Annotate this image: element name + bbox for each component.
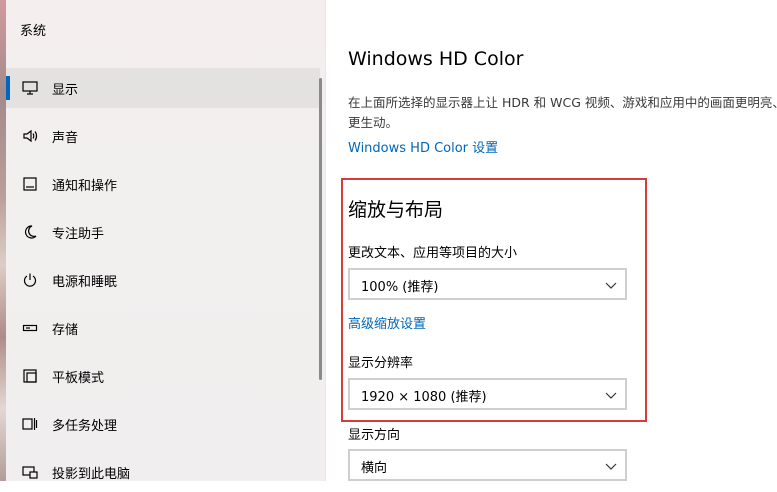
sidebar-title: 系统 <box>20 24 47 39</box>
sidebar-item-storage[interactable]: 存储 <box>6 308 320 348</box>
chevron-down-icon <box>605 282 617 289</box>
sidebar-item-label: 电源和睡眠 <box>52 275 118 290</box>
sidebar: 系统 显示 声音 通知和操作 专注助手 电源和睡眠 存储 平板模式 多任务处理 … <box>0 0 325 482</box>
sidebar-item-display[interactable]: 显示 <box>6 68 320 108</box>
multitask-icon <box>20 414 40 434</box>
hd-color-title: Windows HD Color <box>348 48 524 70</box>
notification-icon <box>20 174 40 194</box>
sidebar-item-label: 显示 <box>52 83 79 98</box>
dropdown-value: 1920 × 1080 (推荐) <box>361 390 487 405</box>
chevron-down-icon <box>605 392 617 399</box>
sidebar-item-label: 投影到此电脑 <box>52 467 131 482</box>
text-size-label: 更改文本、应用等项目的大小 <box>348 246 518 261</box>
sidebar-item-label: 多任务处理 <box>52 419 118 434</box>
scale-layout-title: 缩放与布局 <box>348 199 444 221</box>
orientation-label: 显示方向 <box>348 428 401 443</box>
orientation-dropdown[interactable]: 横向 <box>348 449 627 481</box>
power-icon <box>20 270 40 290</box>
sidebar-item-label: 声音 <box>52 131 79 146</box>
sidebar-item-focus-assist[interactable]: 专注助手 <box>6 212 320 252</box>
sidebar-item-label: 存储 <box>52 323 79 338</box>
text-size-dropdown[interactable]: 100% (推荐) <box>348 268 627 300</box>
chevron-down-icon <box>605 463 617 470</box>
advanced-scaling-link[interactable]: 高级缩放设置 <box>348 313 426 332</box>
hd-color-settings-link[interactable]: Windows HD Color 设置 <box>348 137 498 156</box>
sidebar-item-label: 通知和操作 <box>52 179 118 194</box>
moon-icon <box>20 222 40 242</box>
sidebar-item-project-to-pc[interactable]: 投影到此电脑 <box>6 452 320 492</box>
sidebar-item-label: 专注助手 <box>52 227 105 242</box>
sidebar-item-label: 平板模式 <box>52 371 105 386</box>
resolution-dropdown[interactable]: 1920 × 1080 (推荐) <box>348 378 627 410</box>
monitor-icon <box>20 78 40 98</box>
hd-color-description: 在上面所选择的显示器上让 HDR 和 WCG 视频、游戏和应用中的画面更明亮、更… <box>348 95 777 130</box>
tablet-icon <box>20 366 40 386</box>
dropdown-value: 横向 <box>361 461 388 476</box>
sidebar-item-power[interactable]: 电源和睡眠 <box>6 260 320 300</box>
sidebar-scrollbar[interactable] <box>319 78 322 380</box>
sidebar-item-sound[interactable]: 声音 <box>6 116 320 156</box>
speaker-icon <box>20 126 40 146</box>
resolution-label: 显示分辨率 <box>348 356 414 371</box>
storage-icon <box>20 318 40 338</box>
dropdown-value: 100% (推荐) <box>361 280 439 295</box>
sidebar-item-multitasking[interactable]: 多任务处理 <box>6 404 320 444</box>
sidebar-item-notifications[interactable]: 通知和操作 <box>6 164 320 204</box>
project-icon <box>20 462 40 482</box>
divider <box>325 0 326 481</box>
sidebar-item-tablet-mode[interactable]: 平板模式 <box>6 356 320 396</box>
